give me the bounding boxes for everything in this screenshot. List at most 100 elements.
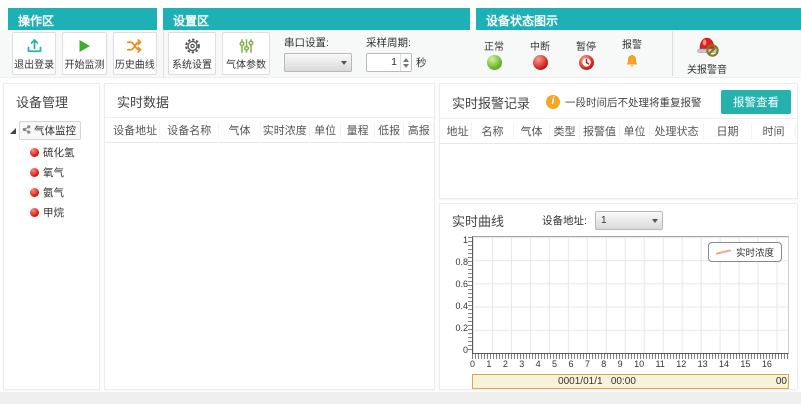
gas-params-label: 气体参数 <box>226 59 266 71</box>
step-up-icon[interactable] <box>403 57 409 62</box>
serial-port-select[interactable] <box>284 53 352 72</box>
x-tick-label: 15 <box>740 359 751 369</box>
device-address-select[interactable]: 1 <box>594 211 663 230</box>
device-address-value: 1 <box>600 215 607 226</box>
red-dot-icon <box>30 147 39 157</box>
chart-scrollbar[interactable]: 0001/01/1 00:00 00 <box>472 374 789 389</box>
gas-params-button[interactable]: 气体参数 <box>222 32 270 75</box>
group-header-settings: 设置区 <box>163 8 470 30</box>
history-curve-button[interactable]: 历史曲线 <box>112 32 157 75</box>
logout-label: 退出登录 <box>14 59 55 71</box>
start-monitor-button[interactable]: 开始监测 <box>62 32 107 75</box>
logout-button[interactable]: 退出登录 <box>12 32 57 75</box>
column-header[interactable]: 时间 <box>752 123 796 139</box>
device-management-title: 设备管理 <box>16 95 69 110</box>
column-header[interactable]: 气体 <box>219 122 261 138</box>
bell-icon <box>624 53 640 72</box>
system-settings-button[interactable]: 系统设置 <box>168 32 216 75</box>
scrollbar-right-label: 00 <box>775 376 787 387</box>
column-header[interactable]: 类型 <box>550 123 580 139</box>
status-pause-label: 暂停 <box>576 41 596 53</box>
tree-item[interactable]: 氨气 <box>30 182 99 202</box>
tree-expander-icon[interactable] <box>10 127 16 134</box>
y-tick-label: 0.6 <box>455 279 468 289</box>
status-section: 正常 中断 暂停 报警 关报警音 <box>470 30 801 77</box>
alarm-table-header: 地址 名称 气体 类型 报警值 单位 处理状态 日期 时间 <box>440 118 797 144</box>
sample-period-stepper[interactable]: 1 <box>366 53 412 72</box>
mute-alarm-button[interactable]: 关报警音 <box>672 31 727 76</box>
y-tick-label: 0.4 <box>455 301 468 311</box>
device-address-label: 设备地址: <box>542 215 587 227</box>
x-tick-label: 6 <box>568 359 574 369</box>
column-header[interactable]: 实时浓度 <box>261 122 310 138</box>
group-header-status: 设备状态图示 <box>476 8 801 30</box>
sliders-icon <box>237 37 256 55</box>
realtime-table-header: 设备地址 设备名称 气体 实时浓度 单位 量程 低报 高报 <box>105 117 434 143</box>
tree-root-node[interactable]: 气体监控 <box>4 117 99 142</box>
info-icon: i <box>546 95 561 109</box>
plot-area: 实时浓度 <box>468 236 789 354</box>
upload-icon <box>25 37 44 55</box>
column-header[interactable]: 报警值 <box>580 123 620 139</box>
column-header[interactable]: 处理状态 <box>650 123 704 139</box>
column-header[interactable]: 量程 <box>341 122 375 138</box>
device-management-panel: 设备管理 气体监控 硫化氢 氧气 氨气 甲烷 <box>3 83 100 390</box>
column-header[interactable]: 设备地址 <box>111 122 161 138</box>
tree-item-label: 硫化氢 <box>43 146 75 159</box>
column-header[interactable]: 单位 <box>620 123 650 139</box>
column-header[interactable]: 高报 <box>404 122 434 138</box>
serial-port-label: 串口设置: <box>284 37 329 49</box>
realtime-table-body <box>105 143 434 389</box>
column-header[interactable]: 名称 <box>472 123 514 139</box>
column-header[interactable]: 气体 <box>514 123 550 139</box>
tree-item-label: 甲烷 <box>43 206 64 219</box>
sample-period-value: 1 <box>391 56 397 68</box>
x-tick-label: 10 <box>634 359 645 369</box>
x-tick-label: 8 <box>601 359 607 369</box>
x-tick-label: 11 <box>655 359 665 369</box>
start-monitor-label: 开始监测 <box>64 59 105 71</box>
step-down-icon[interactable] <box>403 63 409 68</box>
x-tick-label: 7 <box>584 359 590 369</box>
tree-item[interactable]: 氧气 <box>30 162 99 182</box>
alarm-view-button[interactable]: 报警查看 <box>721 90 791 114</box>
y-tick-label: 0.2 <box>455 323 468 333</box>
sample-period-label: 采样周期: <box>366 37 411 49</box>
red-dot-icon <box>30 187 39 197</box>
red-dot-icon <box>30 207 39 217</box>
siren-icon <box>692 31 722 61</box>
app-window: 操作区 设置区 设备状态图示 退出登录 开始监测 历史曲线 系统设置 气体参数 … <box>0 0 801 404</box>
mute-alarm-label: 关报警音 <box>687 65 727 76</box>
pause-clock-icon <box>578 54 594 70</box>
curve-panel-header: 实时曲线 设备地址: 1 <box>440 204 797 233</box>
status-item-interrupt: 中断 <box>520 38 560 70</box>
x-tick-label: 0 <box>470 359 476 369</box>
network-icon <box>22 124 31 137</box>
column-header[interactable]: 地址 <box>444 123 472 139</box>
column-header[interactable]: 设备名称 <box>160 122 220 138</box>
column-header[interactable]: 低报 <box>375 122 405 138</box>
status-item-alarm: 报警 <box>612 36 652 72</box>
tree-item[interactable]: 甲烷 <box>30 202 99 222</box>
tree-root-label: 气体监控 <box>34 125 76 137</box>
sample-period-unit: 秒 <box>416 57 427 69</box>
x-tick-label: 1 <box>486 359 492 369</box>
tree-item[interactable]: 硫化氢 <box>30 142 99 162</box>
realtime-curve-chart: 1 0.8 0.6 0.4 0.2 0 实时浓度 0 1 2 3 4 5 6 7 8 9 10 11 12 13 14… <box>446 236 789 389</box>
realtime-data-title: 实时数据 <box>117 95 170 110</box>
x-tick-label: 4 <box>535 359 541 369</box>
play-icon <box>75 37 93 55</box>
right-column: 实时报警记录 i 一段时间后不处理将重复报警 报警查看 地址 名称 气体 类型 报警值单… <box>439 83 798 390</box>
stepper-arrows[interactable] <box>400 54 411 71</box>
x-tick-label: 16 <box>761 359 772 369</box>
scrollbar-date-label: 0001/01/1 00:00 <box>558 376 636 387</box>
status-footer <box>0 392 801 404</box>
toolbar-body: 退出登录 开始监测 历史曲线 系统设置 气体参数 串口设置: 采样周期: 1 秒… <box>0 30 801 78</box>
toolbar: 操作区 设置区 设备状态图示 退出登录 开始监测 历史曲线 系统设置 气体参数 … <box>0 0 801 78</box>
chevron-down-icon <box>341 61 347 65</box>
column-header[interactable]: 单位 <box>310 122 342 138</box>
settings-section: 系统设置 气体参数 串口设置: 采样周期: 1 秒 <box>163 30 470 77</box>
system-settings-label: 系统设置 <box>172 59 212 71</box>
column-header[interactable]: 日期 <box>704 123 752 139</box>
device-tree: 硫化氢 氧气 氨气 甲烷 <box>4 142 99 222</box>
